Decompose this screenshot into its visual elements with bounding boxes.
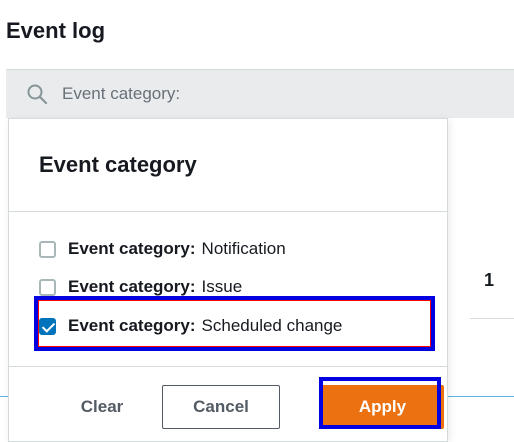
search-input-text[interactable]: Event category: <box>62 84 180 104</box>
search-icon <box>27 84 48 105</box>
cancel-button[interactable]: Cancel <box>162 385 280 429</box>
option-notification[interactable]: Event category: Notification <box>39 236 286 262</box>
option-value: Scheduled change <box>201 316 343 335</box>
option-scheduled-change[interactable]: Event category: Scheduled change <box>39 313 342 339</box>
option-value: Issue <box>201 277 243 296</box>
divider <box>9 366 447 367</box>
event-category-dropdown: Event category Event category: Notificat… <box>8 118 448 442</box>
checkbox-notification[interactable] <box>39 240 56 258</box>
option-key: Event category: <box>68 316 196 335</box>
option-value: Notification <box>201 239 286 258</box>
option-key: Event category: <box>68 277 196 296</box>
dropdown-heading: Event category <box>39 152 197 177</box>
background-count: 1 <box>484 270 495 290</box>
clear-button[interactable]: Clear <box>57 389 147 425</box>
page-title: Event log <box>6 18 106 43</box>
checkbox-scheduled-change[interactable] <box>39 317 56 335</box>
filter-bar[interactable]: Event category: <box>6 69 514 118</box>
apply-highlight <box>319 377 441 429</box>
checkbox-issue[interactable] <box>39 278 56 296</box>
option-key: Event category: <box>68 239 196 258</box>
background-divider <box>470 318 514 319</box>
divider <box>9 211 447 212</box>
